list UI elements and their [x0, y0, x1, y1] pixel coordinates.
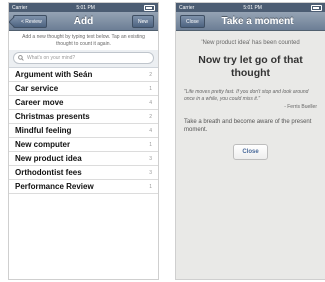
- time-label: 5:01 PM: [243, 4, 262, 11]
- thought-list: Argument with Seán 2 Car service 1 Career mo…: [9, 68, 158, 194]
- counted-message: 'New product idea' has been counted: [201, 40, 300, 46]
- thought-row[interactable]: Career move 4: [9, 96, 158, 110]
- thought-count: 1: [149, 141, 152, 148]
- thought-label: Mindful feeling: [15, 126, 72, 135]
- thought-count: 2: [149, 71, 152, 78]
- time-label: 5:01 PM: [76, 4, 95, 11]
- search-bar: What's on your mind?: [9, 50, 158, 68]
- quote-text: "Life moves pretty fast. If you don't st…: [184, 89, 309, 102]
- thought-row[interactable]: Car service 1: [9, 82, 158, 96]
- carrier-label: Carrier: [12, 4, 28, 11]
- thought-label: Orthodontist fees: [15, 168, 82, 177]
- carrier-label: Carrier: [179, 4, 195, 11]
- moment-content: 'New product idea' has been counted Now …: [176, 31, 325, 166]
- thought-row[interactable]: New computer 1: [9, 138, 158, 152]
- thought-row[interactable]: Performance Review 1: [9, 180, 158, 194]
- thought-count: 1: [149, 85, 152, 92]
- thought-label: New computer: [15, 140, 71, 149]
- thought-count: 3: [149, 169, 152, 176]
- search-input[interactable]: What's on your mind?: [13, 52, 154, 64]
- thought-label: Car service: [15, 84, 59, 93]
- thought-row[interactable]: Mindful feeling 4: [9, 124, 158, 138]
- thought-label: Argument with Seán: [15, 70, 93, 79]
- review-back-button[interactable]: < Review: [13, 15, 47, 28]
- thought-label: Performance Review: [15, 182, 94, 191]
- thought-count: 4: [149, 99, 152, 106]
- page-title: Add: [73, 15, 94, 27]
- thought-count: 1: [149, 183, 152, 190]
- review-back-label: < Review: [21, 18, 42, 25]
- left-phone-screen: Carrier 5:01 PM < Review Add New Add a n…: [8, 2, 159, 280]
- battery-icon: [144, 4, 155, 11]
- thought-row[interactable]: Argument with Seán 2: [9, 68, 158, 82]
- thought-label: New product idea: [15, 154, 82, 163]
- status-bar: Carrier 5:01 PM: [9, 3, 158, 12]
- thought-row[interactable]: Christmas presents 2: [9, 110, 158, 124]
- page-title: Take a moment: [221, 15, 294, 27]
- right-phone-screen: Carrier 5:01 PM Close Take a moment 'New…: [175, 2, 325, 280]
- thought-count: 4: [149, 127, 152, 134]
- thought-row[interactable]: Orthodontist fees 3: [9, 166, 158, 180]
- thought-label: Career move: [15, 98, 64, 107]
- new-button[interactable]: New: [131, 15, 154, 28]
- headline: Now try let go of that thought: [198, 54, 303, 79]
- thought-row[interactable]: New product idea 3: [9, 152, 158, 166]
- thought-label: Christmas presents: [15, 112, 90, 121]
- battery-icon: [311, 4, 322, 11]
- close-nav-button[interactable]: Close: [180, 15, 205, 28]
- thought-count: 3: [149, 155, 152, 162]
- status-bar: Carrier 5:01 PM: [176, 3, 325, 12]
- navigation-bar: Close Take a moment: [176, 12, 325, 31]
- search-icon: [18, 55, 24, 61]
- instructions-text: Add a new thought by typing text below. …: [22, 34, 145, 47]
- breath-instruction: Take a breath and become aware of the pr…: [184, 119, 312, 133]
- close-button[interactable]: Close: [233, 144, 268, 160]
- navigation-bar: < Review Add New: [9, 12, 158, 31]
- quote-attribution: - Ferris Bueller: [284, 104, 317, 110]
- thought-count: 2: [149, 113, 152, 120]
- search-placeholder: What's on your mind?: [27, 55, 76, 61]
